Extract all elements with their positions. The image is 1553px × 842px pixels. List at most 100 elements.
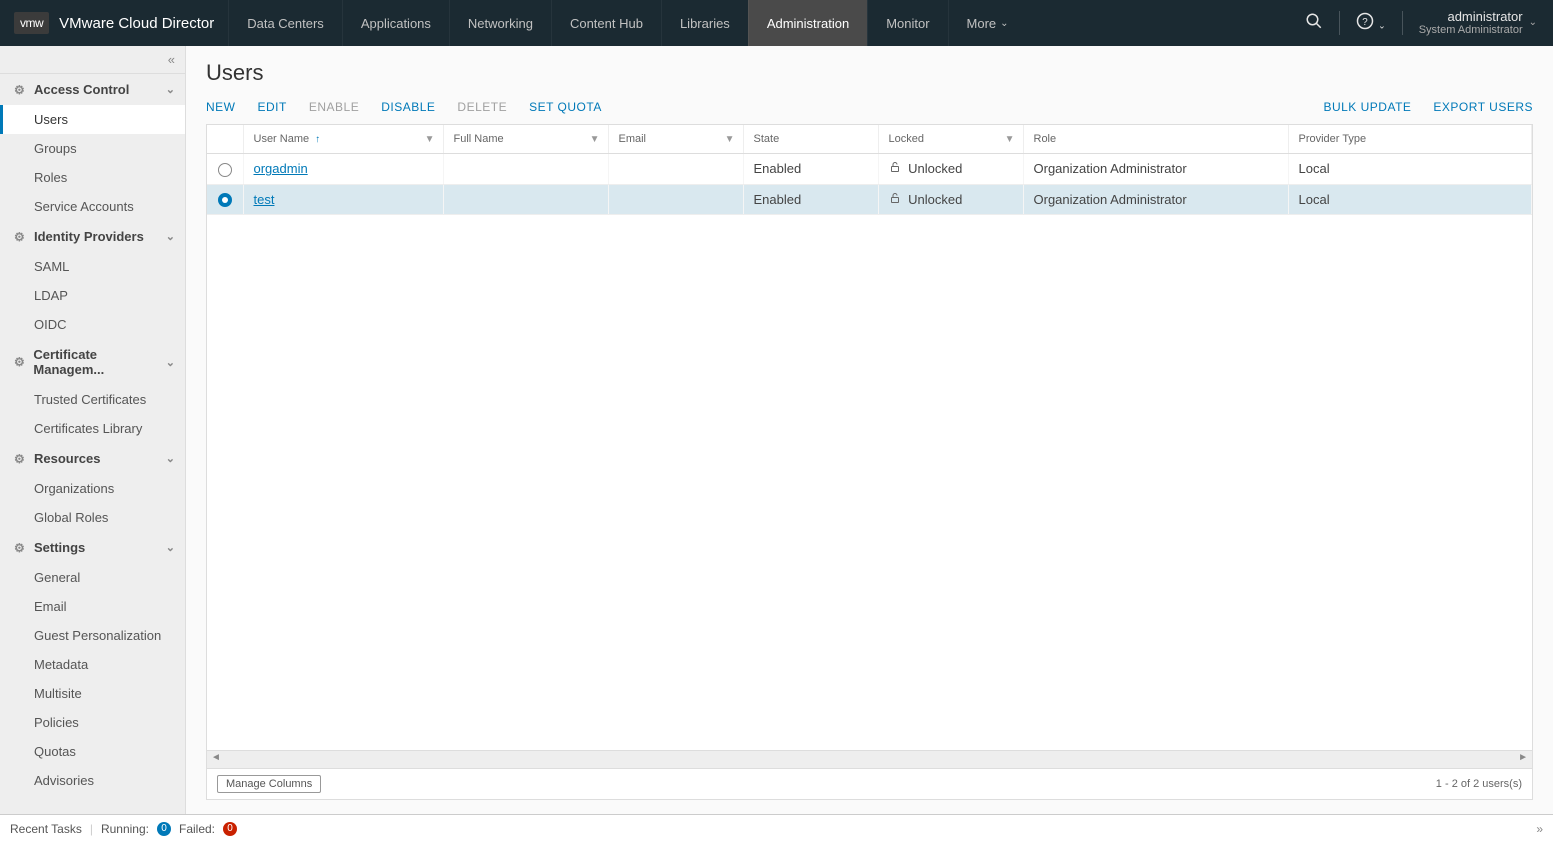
column-header-state[interactable]: State — [743, 125, 878, 154]
topnav-content-hub[interactable]: Content Hub — [551, 0, 661, 46]
sidebar-item-metadata[interactable]: Metadata — [0, 650, 185, 679]
sidebar-item-service-accounts[interactable]: Service Accounts — [0, 192, 185, 221]
sidebar-item-multisite[interactable]: Multisite — [0, 679, 185, 708]
top-header: vmw VMware Cloud Director Data CentersAp… — [0, 0, 1553, 46]
sidebar-item-policies[interactable]: Policies — [0, 708, 185, 737]
section-icon: ⚙ — [14, 452, 28, 466]
grid-footer: Manage Columns 1 - 2 of 2 users(s) — [207, 768, 1532, 799]
horizontal-scrollbar[interactable] — [207, 750, 1532, 768]
page-title: Users — [206, 60, 1533, 86]
sidebar-item-email[interactable]: Email — [0, 592, 185, 621]
sidebar-item-guest-personalization[interactable]: Guest Personalization — [0, 621, 185, 650]
table-row[interactable]: testEnabled UnlockedOrganization Adminis… — [207, 184, 1532, 215]
bulk-update-button[interactable]: BULK UPDATE — [1323, 100, 1411, 114]
sidebar-item-trusted-certificates[interactable]: Trusted Certificates — [0, 385, 185, 414]
nav-section-identity-providers[interactable]: ⚙Identity Providers⌄ — [0, 221, 185, 252]
cell-username: orgadmin — [243, 154, 443, 185]
sidebar-item-organizations[interactable]: Organizations — [0, 474, 185, 503]
row-select[interactable] — [207, 184, 243, 215]
cell-state: Enabled — [743, 154, 878, 185]
topnav-networking[interactable]: Networking — [449, 0, 551, 46]
username-label: administrator — [1419, 9, 1523, 25]
column-header-provider-type[interactable]: Provider Type — [1288, 125, 1532, 154]
topnav-applications[interactable]: Applications — [342, 0, 449, 46]
username-link[interactable]: orgadmin — [254, 161, 308, 176]
vmware-logo-badge: vmw — [14, 12, 49, 34]
search-icon[interactable] — [1305, 12, 1323, 35]
topnav-monitor[interactable]: Monitor — [867, 0, 947, 46]
running-count-badge: 0 — [157, 822, 171, 836]
logo-area: vmw VMware Cloud Director — [0, 12, 228, 34]
status-bar: Recent Tasks | Running: 0 Failed: 0 » — [0, 814, 1553, 842]
sidebar-item-oidc[interactable]: OIDC — [0, 310, 185, 339]
username-link[interactable]: test — [254, 192, 275, 207]
action-bar: NEWEDITENABLEDISABLEDELETESET QUOTA BULK… — [206, 100, 1533, 114]
nav-section-certificate-managem-[interactable]: ⚙Certificate Managem...⌄ — [0, 339, 185, 385]
expand-tasks-icon[interactable]: » — [1536, 822, 1543, 836]
table-row[interactable]: orgadmin Enabled UnlockedOrganization Adm… — [207, 154, 1532, 185]
sidebar-item-advisories[interactable]: Advisories — [0, 766, 185, 795]
cell-locked: Unlocked — [878, 154, 1023, 185]
radio-button[interactable] — [218, 193, 232, 207]
chevron-down-icon: ⌄ — [166, 83, 175, 96]
topnav-data-centers[interactable]: Data Centers — [228, 0, 342, 46]
product-name: VMware Cloud Director — [59, 15, 214, 32]
recent-tasks-label[interactable]: Recent Tasks — [10, 822, 82, 836]
column-header-locked[interactable]: Locked▼ — [878, 125, 1023, 154]
cell-fullname — [443, 154, 608, 185]
radio-button[interactable] — [218, 163, 232, 177]
sidebar-item-global-roles[interactable]: Global Roles — [0, 503, 185, 532]
user-menu[interactable]: administrator System Administrator ⌄ — [1419, 9, 1537, 38]
users-grid: User Name↑▼Full Name▼Email▼StateLocked▼R… — [206, 124, 1533, 800]
sort-ascending-icon: ↑ — [315, 134, 320, 145]
topnav-libraries[interactable]: Libraries — [661, 0, 748, 46]
users-table: User Name↑▼Full Name▼Email▼StateLocked▼R… — [207, 125, 1532, 215]
section-icon: ⚙ — [14, 541, 28, 555]
cell-locked: Unlocked — [878, 184, 1023, 215]
sidebar-item-users[interactable]: Users — [0, 105, 185, 134]
filter-icon[interactable]: ▼ — [725, 134, 735, 145]
sidebar: « ⚙Access Control⌄UsersGroupsRolesServic… — [0, 46, 186, 814]
new-button[interactable]: NEW — [206, 100, 236, 114]
filter-icon[interactable]: ▼ — [425, 134, 435, 145]
nav-section-access-control[interactable]: ⚙Access Control⌄ — [0, 74, 185, 105]
manage-columns-button[interactable]: Manage Columns — [217, 775, 321, 793]
edit-button[interactable]: EDIT — [258, 100, 287, 114]
chevron-down-icon: ⌄ — [1000, 18, 1008, 29]
sidebar-item-general[interactable]: General — [0, 563, 185, 592]
sidebar-item-quotas[interactable]: Quotas — [0, 737, 185, 766]
column-header-full-name[interactable]: Full Name▼ — [443, 125, 608, 154]
filter-icon[interactable]: ▼ — [1005, 134, 1015, 145]
cell-email — [608, 184, 743, 215]
sidebar-item-ldap[interactable]: LDAP — [0, 281, 185, 310]
disable-button[interactable]: DISABLE — [381, 100, 435, 114]
export-users-button[interactable]: EXPORT USERS — [1433, 100, 1533, 114]
sidebar-item-roles[interactable]: Roles — [0, 163, 185, 192]
cell-fullname — [443, 184, 608, 215]
section-icon: ⚙ — [14, 83, 28, 97]
sidebar-item-saml[interactable]: SAML — [0, 252, 185, 281]
chevron-down-icon: ⌄ — [166, 230, 175, 243]
topnav-administration[interactable]: Administration — [748, 0, 867, 46]
filter-icon[interactable]: ▼ — [590, 134, 600, 145]
svg-text:?: ? — [1362, 16, 1368, 27]
set-quota-button[interactable]: SET QUOTA — [529, 100, 602, 114]
nav-section-resources[interactable]: ⚙Resources⌄ — [0, 443, 185, 474]
nav-section-settings[interactable]: ⚙Settings⌄ — [0, 532, 185, 563]
sidebar-collapse-button[interactable]: « — [0, 46, 185, 74]
row-count-label: 1 - 2 of 2 users(s) — [1436, 778, 1522, 790]
row-select[interactable] — [207, 154, 243, 185]
topnav-more[interactable]: More⌄ — [948, 0, 1027, 46]
failed-count-badge: 0 — [223, 822, 237, 836]
column-header-user-name[interactable]: User Name↑▼ — [243, 125, 443, 154]
cell-email — [608, 154, 743, 185]
cell-role: Organization Administrator — [1023, 154, 1288, 185]
column-header-role[interactable]: Role — [1023, 125, 1288, 154]
help-icon[interactable]: ? ⌄ — [1356, 12, 1386, 35]
column-header-email[interactable]: Email▼ — [608, 125, 743, 154]
unlock-icon — [889, 162, 901, 176]
sidebar-item-groups[interactable]: Groups — [0, 134, 185, 163]
chevron-down-icon: ⌄ — [166, 452, 175, 465]
failed-label: Failed: — [179, 822, 215, 836]
sidebar-item-certificates-library[interactable]: Certificates Library — [0, 414, 185, 443]
